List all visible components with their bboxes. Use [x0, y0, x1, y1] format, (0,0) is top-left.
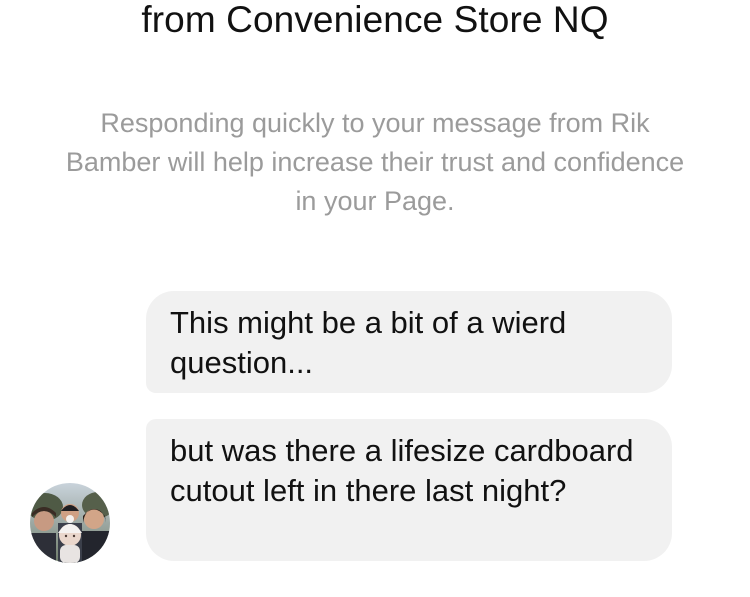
message-text: but was there a lifesize cardboard cutou…: [170, 433, 634, 508]
message-text: This might be a bit of a wierd question.…: [170, 305, 567, 380]
group-photo-icon: [30, 483, 110, 563]
sender-avatar[interactable]: [30, 483, 110, 563]
message-bubble[interactable]: but was there a lifesize cardboard cutou…: [146, 419, 672, 561]
conversation-title: from Convenience Store NQ: [141, 0, 609, 40]
message-bubble[interactable]: This might be a bit of a wierd question.…: [146, 291, 672, 393]
response-tip-text: Responding quickly to your message from …: [65, 108, 685, 216]
